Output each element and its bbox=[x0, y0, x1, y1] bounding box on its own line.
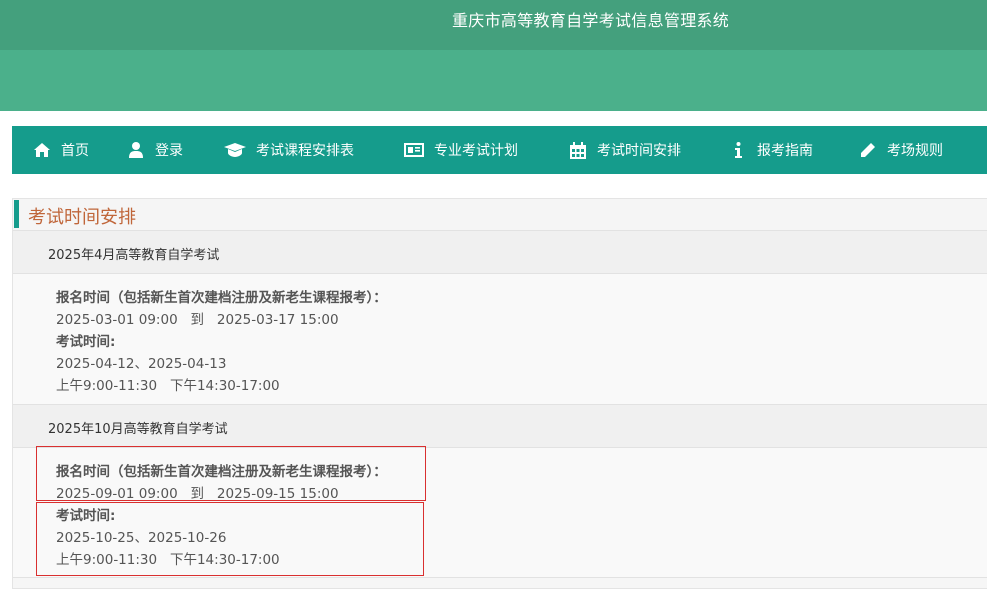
nav-item-login[interactable]: 登录 bbox=[127, 126, 183, 174]
exam-sessions: 上午9:00-11:30 下午14:30-17:00 bbox=[56, 378, 280, 394]
exam-title: 2025年4月高等教育自学考试 bbox=[48, 248, 220, 263]
main-navbar: 首页 登录 考试课程安排表 专业考试计划 考试时间安排 报考指南 考场规则 bbox=[12, 126, 987, 174]
heading-accent-bar bbox=[14, 200, 19, 228]
nav-label-login: 登录 bbox=[155, 143, 183, 159]
registration-time: 2025-03-01 09:00 到 2025-03-17 15:00 bbox=[56, 312, 339, 328]
nav-label-home: 首页 bbox=[61, 143, 89, 159]
nav-label-major-plan: 专业考试计划 bbox=[434, 143, 518, 159]
exam-header: 2025年4月高等教育自学考试 bbox=[13, 230, 987, 274]
nav-label-guide: 报考指南 bbox=[757, 143, 813, 159]
nav-item-home[interactable]: 首页 bbox=[33, 126, 89, 174]
site-header: 重庆市高等教育自学考试信息管理系统 bbox=[0, 0, 987, 111]
exam-time-highlight-box bbox=[36, 502, 424, 576]
panel-title: 考试时间安排 bbox=[28, 207, 136, 228]
pencil-icon bbox=[859, 141, 877, 159]
nav-item-course-schedule[interactable]: 考试课程安排表 bbox=[224, 126, 354, 174]
nav-label-exam-time: 考试时间安排 bbox=[597, 143, 681, 159]
nav-item-exam-time[interactable]: 考试时间安排 bbox=[569, 126, 681, 174]
registration-label: 报名时间（包括新生首次建档注册及新老生课程报考）： bbox=[56, 290, 387, 306]
user-icon bbox=[127, 141, 145, 159]
nav-label-course-schedule: 考试课程安排表 bbox=[256, 143, 354, 159]
nav-item-major-plan[interactable]: 专业考试计划 bbox=[404, 126, 518, 174]
newspaper-icon bbox=[404, 141, 424, 159]
info-icon bbox=[729, 141, 747, 159]
exam-body: 报名时间（包括新生首次建档注册及新老生课程报考）： 2025-03-01 09:… bbox=[13, 274, 987, 404]
panel-heading: 考试时间安排 bbox=[13, 199, 987, 231]
exam-header: 2025年10月高等教育自学考试 bbox=[13, 404, 987, 448]
nav-label-exam-rules: 考场规则 bbox=[887, 143, 943, 159]
exam-time-label: 考试时间: bbox=[56, 334, 116, 350]
graduation-cap-icon bbox=[224, 141, 246, 159]
nav-item-exam-rules[interactable]: 考场规则 bbox=[859, 126, 943, 174]
exam-dates: 2025-04-12、2025-04-13 bbox=[56, 356, 227, 372]
registration-highlight-box bbox=[36, 446, 426, 501]
calendar-icon bbox=[569, 141, 587, 159]
nav-item-guide[interactable]: 报考指南 bbox=[729, 126, 813, 174]
exam-title: 2025年10月高等教育自学考试 bbox=[48, 422, 228, 437]
site-title: 重庆市高等教育自学考试信息管理系统 bbox=[452, 11, 730, 30]
home-icon bbox=[33, 141, 51, 159]
